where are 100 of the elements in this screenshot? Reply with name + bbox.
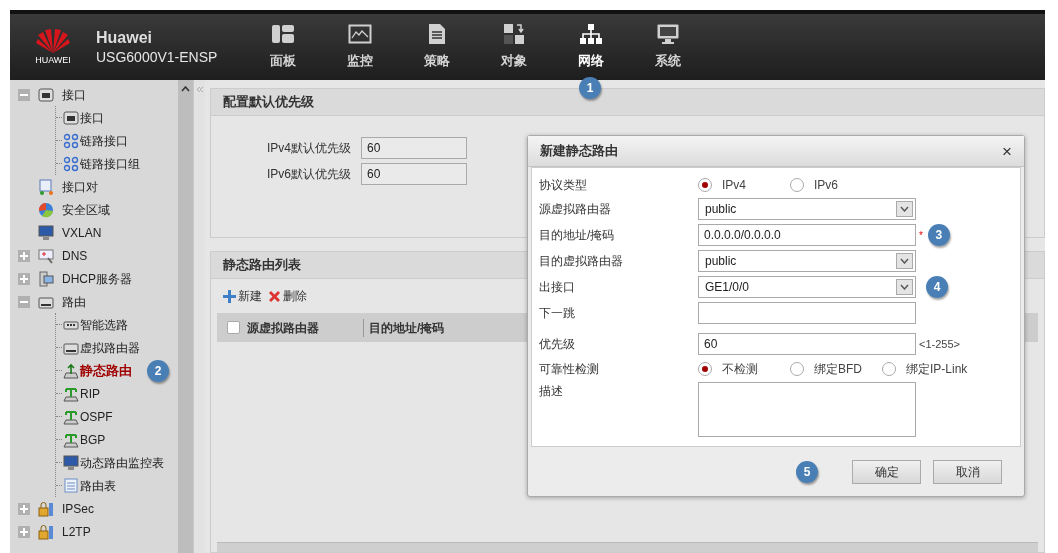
- tree-item[interactable]: VXLAN: [62, 223, 102, 242]
- tree-item[interactable]: RIP: [80, 384, 100, 403]
- expand-toggle[interactable]: [18, 249, 30, 262]
- field-label: IPv6默认优先级: [266, 166, 352, 183]
- tree-item[interactable]: 虚拟路由器: [80, 338, 140, 357]
- required-mark: *: [919, 228, 923, 243]
- chevron-down-icon: [900, 258, 909, 264]
- field-label: 目的虚拟路由器: [538, 253, 624, 270]
- nav-tab[interactable]: 策略: [398, 19, 475, 75]
- nav-tab[interactable]: 系统: [629, 19, 706, 75]
- radio-button[interactable]: [790, 361, 804, 376]
- tree-item[interactable]: 路由: [62, 292, 86, 311]
- delete-button[interactable]: 删除: [268, 287, 307, 305]
- lock-icon: [38, 500, 54, 517]
- column-header: 目的地址/掩码: [368, 319, 446, 337]
- product-model: USG6000V1-ENSP: [96, 48, 219, 66]
- tree-item[interactable]: 接口: [80, 108, 104, 127]
- tree-item[interactable]: IPSec: [62, 499, 94, 518]
- step-badge: 3: [927, 224, 950, 246]
- monitor-icon: [655, 23, 680, 46]
- tree-item[interactable]: BGP: [80, 430, 106, 449]
- tree-item[interactable]: DHCP服务器: [62, 269, 132, 288]
- document-icon: [38, 178, 54, 195]
- tree-item[interactable]: OSPF: [80, 407, 113, 426]
- field-label: 优先级: [538, 336, 576, 353]
- step-badge: 5: [796, 460, 818, 483]
- dialog-title: 新建静态路由: [540, 142, 618, 161]
- expand-toggle[interactable]: [18, 525, 30, 538]
- input-field[interactable]: 0.0.0.0/0.0.0.0: [698, 224, 916, 246]
- field-label: 源虚拟路由器: [538, 201, 612, 218]
- link-icon: [63, 132, 79, 149]
- radio-button[interactable]: [698, 361, 712, 376]
- tree-item[interactable]: 链路接口组: [80, 154, 140, 173]
- radio-label: 绑定IP-Link: [906, 360, 968, 378]
- dropdown[interactable]: public: [698, 198, 916, 220]
- antenna-icon: [63, 431, 79, 448]
- close-button[interactable]: ×: [1002, 142, 1012, 160]
- radio-label: 不检测: [722, 360, 758, 378]
- port-icon: [63, 109, 79, 126]
- tree-item[interactable]: 接口: [62, 85, 86, 104]
- tree-item[interactable]: 智能选路: [80, 315, 128, 334]
- lock-icon: [38, 523, 54, 540]
- field-label: 描述: [538, 383, 564, 400]
- tree-item[interactable]: 静态路由: [80, 360, 132, 381]
- scroll-up-icon[interactable]: [181, 86, 190, 92]
- input-field[interactable]: [698, 302, 916, 324]
- tree-item[interactable]: DNS: [62, 246, 88, 265]
- dropdown[interactable]: public: [698, 250, 916, 272]
- input-field[interactable]: 60: [361, 163, 467, 185]
- expand-toggle[interactable]: [18, 502, 30, 515]
- plus-icon: [20, 527, 28, 536]
- link-icon: [63, 155, 79, 172]
- collapse-icon[interactable]: [195, 86, 204, 93]
- field-label: 协议类型: [538, 176, 588, 194]
- antenna-icon: [63, 385, 79, 402]
- radio-button[interactable]: [698, 177, 712, 192]
- product-title: Huawei: [96, 28, 153, 48]
- upload-icon: [63, 362, 79, 379]
- dialog-button[interactable]: 取消: [933, 459, 1002, 484]
- new-button[interactable]: 新建: [223, 287, 262, 305]
- collapse-toggle[interactable]: [18, 295, 30, 308]
- tree-item[interactable]: 路由表: [80, 476, 116, 495]
- chevron-down-icon: [900, 284, 909, 290]
- collapse-toggle[interactable]: [18, 88, 30, 101]
- server-icon: [38, 270, 54, 287]
- scrollbar[interactable]: [178, 80, 193, 553]
- tree-item[interactable]: 安全区域: [62, 200, 110, 219]
- radio-button[interactable]: [882, 361, 896, 376]
- input-field[interactable]: 60: [361, 137, 467, 159]
- dashboard-icon: [270, 23, 295, 46]
- step-badge: 4: [926, 276, 948, 298]
- column-header: 源虚拟路由器: [247, 319, 320, 337]
- field-hint: <1-255>: [919, 336, 960, 352]
- tree-item[interactable]: 接口对: [62, 177, 98, 196]
- dropdown[interactable]: GE1/0/0: [698, 276, 916, 298]
- radio-button[interactable]: [790, 177, 804, 192]
- nav-tab[interactable]: 对象: [475, 19, 552, 75]
- logo-text: HUAWEI: [35, 53, 71, 67]
- tree-item[interactable]: 链路接口: [80, 131, 128, 150]
- port-icon: [38, 86, 54, 103]
- radio-label: 绑定BFD: [814, 360, 862, 378]
- radio-label: IPv4: [722, 176, 746, 194]
- blocks-icon: [501, 23, 526, 46]
- field-label: 可靠性检测: [538, 360, 600, 378]
- field-label: 目的地址/掩码: [538, 227, 616, 244]
- expand-toggle[interactable]: [18, 272, 30, 285]
- radio-label: IPv6: [814, 176, 838, 194]
- nav-tab[interactable]: 监控: [321, 19, 398, 75]
- close-icon: [268, 289, 281, 303]
- dialog-button[interactable]: 确定: [852, 459, 921, 484]
- plus-icon: [20, 251, 28, 260]
- text-area[interactable]: [698, 382, 916, 437]
- plus-icon: [20, 504, 28, 513]
- nav-tab[interactable]: 面板: [244, 19, 321, 75]
- antenna-icon: [63, 408, 79, 425]
- tree-item[interactable]: L2TP: [62, 522, 91, 541]
- checkbox[interactable]: [227, 321, 240, 334]
- input-field[interactable]: 60: [698, 333, 916, 355]
- tree-item[interactable]: 动态路由监控表: [80, 453, 164, 472]
- field-label: IPv4默认优先级: [266, 140, 352, 157]
